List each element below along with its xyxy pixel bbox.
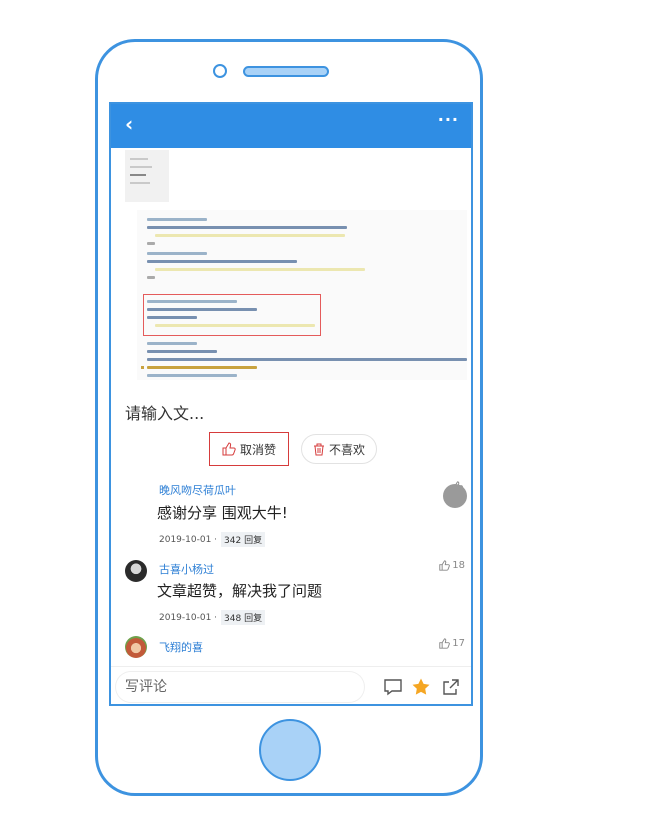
- camera-icon: [213, 64, 227, 78]
- back-button[interactable]: ‹: [125, 112, 133, 136]
- reply-count-button[interactable]: 342 回复: [221, 532, 266, 547]
- bottom-bar: 写评论: [111, 666, 471, 704]
- highlight-box: [143, 294, 321, 336]
- editor-placeholder[interactable]: 请输入文...: [125, 400, 204, 424]
- comment-date: 2019-10-01 ·: [159, 612, 218, 623]
- more-menu-button[interactable]: ···: [438, 110, 459, 129]
- reply-count-button[interactable]: 348 回复: [221, 610, 266, 625]
- comment-meta: 2019-10-01 · 348 回复: [159, 610, 266, 625]
- top-bar: ‹ ···: [111, 104, 471, 148]
- share-icon[interactable]: [441, 677, 461, 697]
- comment-like-button[interactable]: 18: [439, 560, 465, 571]
- comment-author[interactable]: 古喜小杨过: [159, 561, 214, 577]
- thumbs-up-icon: [439, 638, 451, 649]
- thumbs-up-icon: [439, 560, 451, 571]
- cancel-like-button[interactable]: 取消赞: [209, 432, 289, 466]
- comment-text: 文章超赞，解决我了问题: [157, 582, 323, 600]
- dislike-label: 不喜欢: [328, 442, 365, 457]
- like-count: 17: [452, 638, 465, 649]
- phone-screen: ‹ ··· 请输入文... 取消赞 不喜欢 晚风吻尽荷瓜叶 感谢分享 围观大牛!…: [109, 102, 473, 706]
- comment-date: 2019-10-01 ·: [159, 534, 218, 545]
- avatar[interactable]: [125, 560, 147, 582]
- cancel-like-label: 取消赞: [239, 442, 276, 457]
- comment-input[interactable]: 写评论: [115, 671, 365, 703]
- like-count: 18: [452, 560, 465, 571]
- comment-text: 感谢分享 围观大牛!: [157, 504, 288, 522]
- comment-author[interactable]: 飞翔的喜: [159, 639, 203, 655]
- code-screenshot-image: [123, 148, 467, 386]
- floating-scroll-indicator[interactable]: [443, 484, 467, 508]
- comment-icon[interactable]: [383, 677, 403, 697]
- dislike-button[interactable]: 不喜欢: [301, 434, 377, 464]
- speaker-grille: [243, 66, 329, 77]
- thumbs-up-icon: [222, 442, 236, 456]
- comment-meta: 2019-10-01 · 342 回复: [159, 532, 266, 547]
- trash-icon: [313, 443, 324, 455]
- comment-author[interactable]: 晚风吻尽荷瓜叶: [159, 482, 236, 498]
- avatar[interactable]: [125, 636, 147, 658]
- comment-like-button[interactable]: 17: [439, 638, 465, 649]
- sidebar-thumbnail: [125, 150, 169, 202]
- home-button[interactable]: [259, 719, 321, 781]
- code-block: [137, 210, 467, 380]
- star-icon[interactable]: [411, 677, 431, 697]
